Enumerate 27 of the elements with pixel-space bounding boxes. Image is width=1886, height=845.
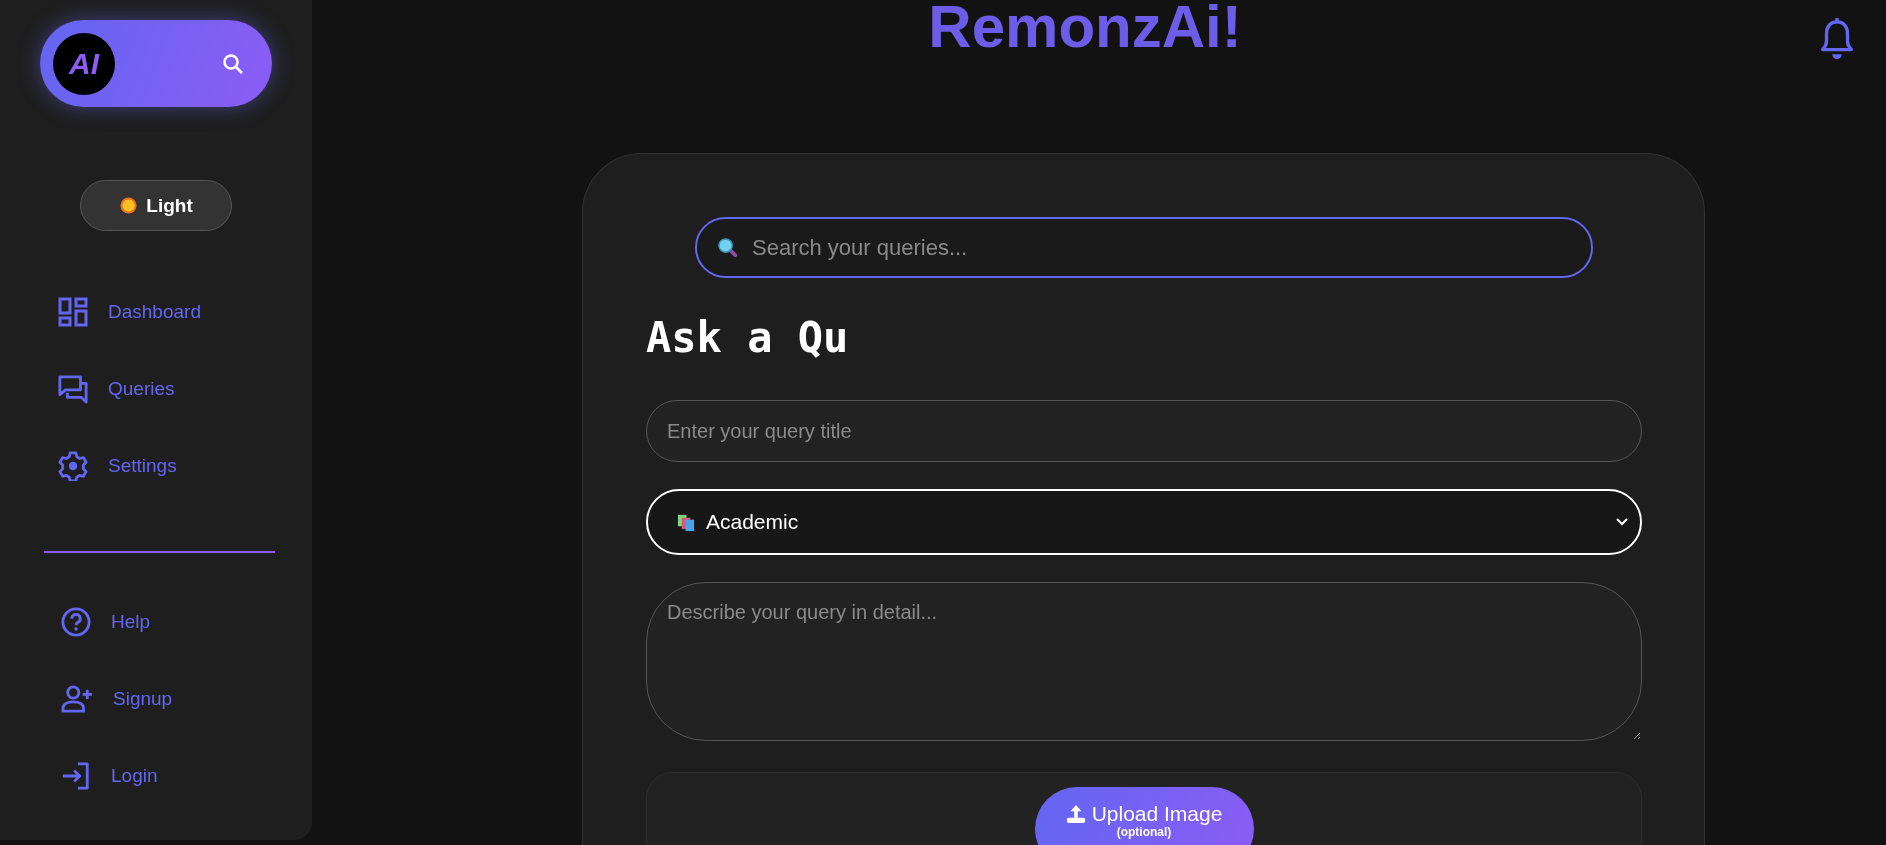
settings-icon <box>58 451 88 481</box>
nav-link[interactable]: Settings <box>58 446 312 486</box>
nav-link[interactable]: Login <box>61 756 312 796</box>
magnifier-icon <box>717 237 738 258</box>
category-select[interactable]: Academic <box>646 489 1642 555</box>
chat-icon <box>58 374 88 404</box>
title-field[interactable]: Enter your query title <box>646 400 1642 462</box>
search-icon[interactable] <box>221 51 245 76</box>
books-icon <box>677 512 696 532</box>
nav-link[interactable]: Help <box>61 602 312 642</box>
logo-badge: AI <box>53 32 115 95</box>
nav-link[interactable]: Signup <box>61 679 312 719</box>
theme-toggle-button[interactable]: Light <box>80 180 232 231</box>
login-icon <box>61 761 91 791</box>
app-title: RemonzAi! <box>928 0 1242 60</box>
search-field[interactable]: Search your queries... <box>695 217 1593 278</box>
upload-image-button[interactable]: Upload Image (optional) <box>1034 787 1254 845</box>
sun-icon <box>119 196 139 215</box>
description-field[interactable]: Describe your query in detail... <box>646 582 1642 741</box>
nav-link[interactable]: Queries <box>58 369 312 409</box>
upload-icon <box>1065 804 1086 825</box>
nav-link[interactable]: Dashboard <box>58 292 312 332</box>
form-heading: Ask a Qu <box>646 312 850 364</box>
add-user-icon <box>61 685 93 713</box>
help-icon <box>61 607 91 637</box>
chevron-down-icon <box>1616 518 1628 526</box>
dashboard-icon <box>58 297 88 327</box>
